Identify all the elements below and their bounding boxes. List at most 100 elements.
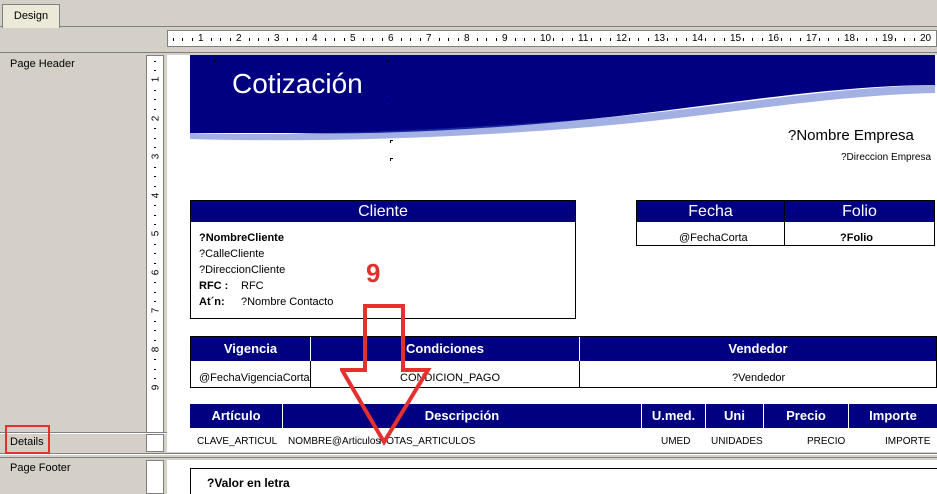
tab-design[interactable]: Design (2, 4, 60, 28)
ruler-tick (410, 38, 411, 41)
detail-unidades-field[interactable]: UNIDADES (711, 436, 763, 447)
column-divider (310, 361, 311, 387)
ruler-mark: 5 (150, 230, 162, 237)
ruler-tick (154, 301, 156, 303)
ruler-tick (704, 38, 706, 41)
ruler-tick (837, 38, 839, 41)
ruler-tick (362, 38, 364, 41)
vendedor-field[interactable]: ?Vendedor (732, 372, 785, 384)
col-header-descripcion[interactable]: Descripción (283, 404, 641, 428)
contact-field[interactable]: ?Nombre Contacto (241, 296, 333, 308)
detail-umed-field[interactable]: UMED (661, 436, 690, 447)
ruler-mark: 15 (730, 33, 742, 44)
ruler-tick (154, 176, 156, 178)
cliente-heading: Cliente (191, 201, 575, 222)
field-handle (390, 158, 393, 161)
folio-heading: Folio (785, 201, 934, 222)
ruler-mark: 5 (350, 33, 356, 44)
page-header-canvas[interactable]: Cotización ?Nombre Empresa ?Direccion Em… (167, 55, 937, 433)
ruler-tick (248, 38, 250, 41)
ruler-mark: 4 (312, 33, 318, 44)
ruler-tick (600, 38, 601, 41)
vigencia-field[interactable]: @FechaVigenciaCorta (199, 372, 310, 384)
ruler-tick (780, 38, 782, 41)
details-highlight-box (5, 425, 50, 454)
column-divider (579, 361, 580, 387)
detail-precio-field[interactable]: PRECIO (807, 436, 845, 447)
ruler-tick (154, 253, 156, 255)
section-label-page-footer[interactable]: Page Footer (10, 462, 71, 474)
ruler-mark: 19 (882, 33, 894, 44)
ruler-mark: 4 (150, 192, 162, 198)
ruler-tick (154, 128, 156, 130)
ruler-tick (182, 38, 183, 41)
ruler-tick (372, 38, 373, 41)
ruler-tick (419, 38, 421, 41)
ruler-tick (514, 38, 516, 41)
ruler-tick (229, 38, 231, 41)
vendedor-heading: Vendedor (580, 337, 936, 361)
company-address-field[interactable]: ?Direccion Empresa (841, 152, 931, 163)
section-label-page-header[interactable]: Page Header (10, 58, 75, 70)
ruler-tick (154, 137, 156, 139)
detail-importe-field[interactable]: IMPORTE (885, 436, 930, 447)
ruler-tick (154, 291, 156, 293)
ruler-mark: 13 (654, 33, 666, 44)
ruler-tick (154, 205, 156, 207)
details-band[interactable]: CLAVE_ARTICUL NOMBRE@Articulos NOTAS_ART… (167, 434, 937, 452)
folio-field[interactable]: ?Folio (840, 232, 873, 244)
ruler-tick (904, 38, 905, 41)
section-divider (0, 52, 937, 53)
company-name-field[interactable]: ?Nombre Empresa (788, 127, 914, 144)
ruler-mark: 7 (426, 33, 432, 44)
ruler-mark: 11 (578, 33, 589, 44)
ruler-mark: 6 (150, 269, 162, 275)
ruler-tick (533, 38, 535, 41)
horizontal-ruler: 1 2 3 4 5 6 7 8 9 10 11 12 13 14 15 16 17 18 19 20 (167, 30, 937, 47)
ruler-tick (381, 38, 383, 41)
report-designer-window: Design Page Header Details Page Footer 1… (0, 0, 937, 494)
ruler-tick (286, 38, 288, 41)
ruler-tick (571, 38, 573, 41)
valor-letra-field[interactable]: ?Valor en letra (207, 476, 290, 490)
ruler-tick (448, 38, 449, 41)
ruler-tick (154, 243, 156, 245)
ruler-tick (154, 108, 156, 110)
ruler-tick (172, 38, 174, 41)
ruler-tick (714, 38, 715, 41)
ruler-tick (154, 320, 156, 322)
ruler-tick (154, 214, 156, 216)
cliente-name-field[interactable]: ?NombreCliente (199, 232, 284, 244)
ruler-tick (875, 38, 877, 41)
ruler-tick (476, 38, 478, 41)
ruler-tick (856, 38, 858, 41)
ruler-tick (666, 38, 668, 41)
ruler-tick (154, 185, 156, 187)
ruler-mark: 2 (150, 115, 162, 121)
col-header-precio[interactable]: Precio (764, 404, 848, 428)
ruler-tick (296, 38, 297, 41)
rfc-field[interactable]: RFC (241, 280, 264, 292)
ruler-tick (913, 38, 915, 41)
col-header-uni[interactable]: Uni (706, 404, 763, 428)
ruler-tick (562, 38, 563, 41)
ruler-tick (524, 38, 525, 41)
col-header-umed[interactable]: U.med. (642, 404, 705, 428)
section-divider (0, 454, 937, 455)
cliente-street-field[interactable]: ?CalleCliente (199, 248, 264, 260)
fecha-field[interactable]: @FechaCorta (679, 232, 748, 244)
ruler-mark: 14 (692, 33, 704, 44)
ruler-tick (154, 359, 156, 361)
cliente-address-field[interactable]: ?DireccionCliente (199, 264, 285, 276)
ruler-tick (334, 38, 335, 41)
ruler-mark: 3 (150, 153, 162, 160)
valor-letra-box (190, 468, 937, 494)
page-footer-band[interactable]: ?Valor en letra (167, 460, 937, 494)
ruler-tick (154, 330, 156, 332)
col-header-importe[interactable]: Importe (849, 404, 937, 428)
ruler-mark: 16 (768, 33, 780, 44)
ruler-tick (154, 60, 156, 62)
report-title[interactable]: Cotización (232, 68, 363, 100)
detail-clave-field[interactable]: CLAVE_ARTICUL (197, 436, 277, 447)
col-header-articulo[interactable]: Artículo (190, 404, 282, 428)
